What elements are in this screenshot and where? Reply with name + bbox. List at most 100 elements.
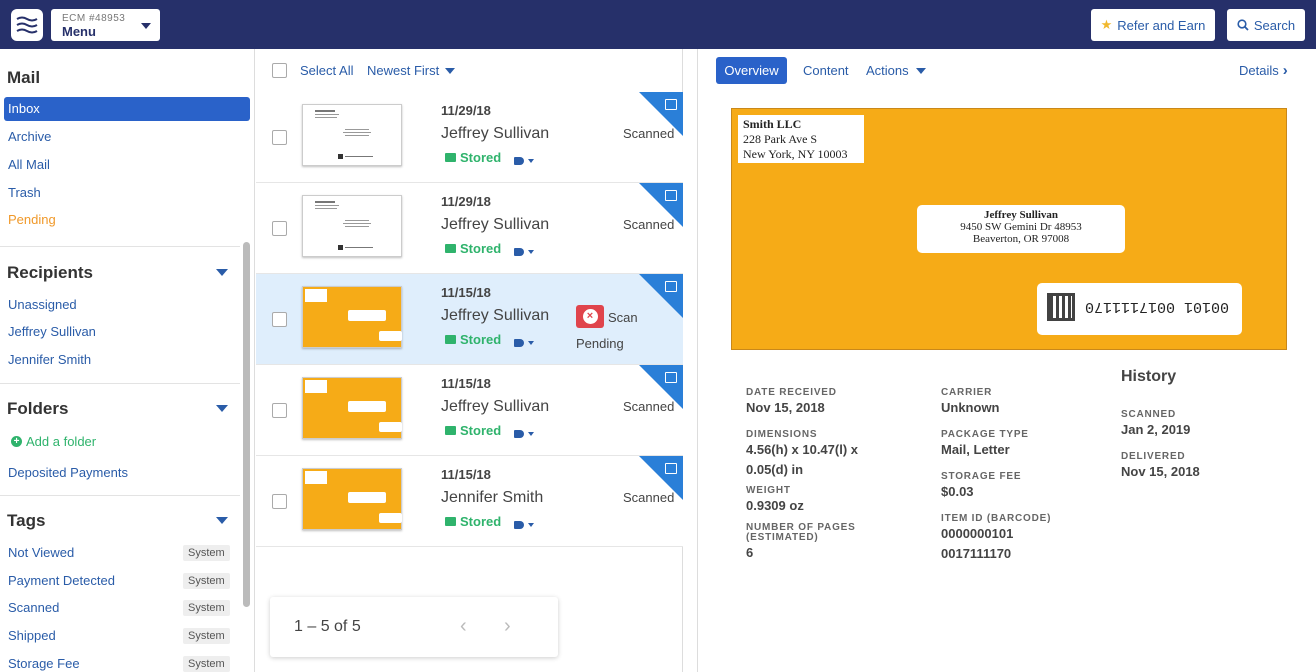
system-badge: System bbox=[183, 545, 230, 561]
tag-shipped[interactable]: Shipped bbox=[8, 628, 56, 643]
delivered-label: DELIVERED bbox=[1121, 451, 1186, 462]
weight-value: 0.9309 oz bbox=[746, 498, 804, 513]
search-icon bbox=[1237, 19, 1249, 31]
date-received-label: DATE RECEIVED bbox=[746, 387, 837, 398]
sidebar-item-all-mail[interactable]: All Mail bbox=[8, 157, 50, 172]
row-checkbox[interactable] bbox=[272, 130, 287, 145]
menu-dropdown[interactable]: ECM #48953 Menu bbox=[51, 9, 160, 41]
archive-icon bbox=[665, 372, 677, 383]
next-page-icon[interactable]: › bbox=[504, 615, 511, 638]
tag-dropdown[interactable] bbox=[514, 334, 535, 352]
recipient-line: Jeffrey Sullivan bbox=[983, 209, 1059, 221]
sort-label: Newest First bbox=[367, 63, 440, 78]
archive-icon bbox=[665, 281, 677, 292]
carrier-value: Unknown bbox=[941, 400, 1000, 415]
row-checkbox[interactable] bbox=[272, 312, 287, 327]
row-checkbox[interactable] bbox=[272, 403, 287, 418]
recipients-collapse-icon[interactable] bbox=[216, 269, 228, 276]
tag-payment-detected[interactable]: Payment Detected bbox=[8, 573, 115, 588]
archive-icon bbox=[665, 463, 677, 474]
sidebar-item-jennifer-smith[interactable]: Jennifer Smith bbox=[8, 352, 91, 367]
tags-section-title: Tags bbox=[7, 511, 46, 530]
tag-icon bbox=[514, 430, 524, 438]
list-item[interactable]: 11/29/18 Jeffrey Sullivan Stored Scanned bbox=[256, 183, 683, 274]
row-status-pending: Pending bbox=[576, 336, 624, 351]
tag-scanned[interactable]: Scanned bbox=[8, 600, 59, 615]
sidebar-item-pending[interactable]: Pending bbox=[8, 212, 56, 227]
app-logo-icon[interactable] bbox=[11, 9, 43, 41]
search-button[interactable]: Search bbox=[1227, 9, 1305, 41]
chevron-down-icon bbox=[141, 23, 151, 29]
pagination-text: 1 – 5 of 5 bbox=[294, 618, 361, 635]
chevron-down-icon bbox=[915, 67, 926, 74]
row-date: 11/15/18 bbox=[441, 285, 491, 300]
sidebar-item-unassigned[interactable]: Unassigned bbox=[8, 297, 77, 312]
tag-icon bbox=[514, 521, 524, 529]
tag-dropdown[interactable] bbox=[514, 425, 535, 443]
mail-thumbnail[interactable] bbox=[302, 104, 402, 166]
scanned-value: Jan 2, 2019 bbox=[1121, 422, 1191, 437]
mail-thumbnail[interactable] bbox=[302, 377, 402, 439]
row-recipient: Jeffrey Sullivan bbox=[441, 398, 550, 415]
details-link[interactable]: Details › bbox=[1239, 57, 1288, 84]
star-icon: ★ bbox=[1100, 17, 1113, 32]
chevron-down-icon bbox=[528, 431, 535, 436]
tags-collapse-icon[interactable] bbox=[216, 517, 228, 524]
sidebar-item-trash[interactable]: Trash bbox=[8, 185, 41, 200]
list-item[interactable]: 11/15/18 Jeffrey Sullivan Stored Scanned bbox=[256, 365, 683, 456]
stored-badge[interactable]: Stored bbox=[445, 241, 501, 256]
divider bbox=[0, 383, 240, 384]
row-checkbox[interactable] bbox=[272, 221, 287, 236]
cancel-scan-button[interactable]: × bbox=[576, 305, 604, 328]
sidebar-scrollbar[interactable] bbox=[243, 242, 250, 607]
tag-storage-fee[interactable]: Storage Fee bbox=[8, 656, 80, 671]
tab-overview[interactable]: Overview bbox=[716, 57, 787, 84]
add-folder-button[interactable]: + Add a folder bbox=[11, 434, 96, 449]
folder-icon bbox=[445, 517, 456, 526]
tag-dropdown[interactable] bbox=[514, 516, 535, 534]
recipients-section-title: Recipients bbox=[7, 263, 93, 282]
archive-icon bbox=[665, 99, 677, 110]
select-all-link[interactable]: Select All bbox=[300, 63, 353, 78]
archive-icon bbox=[665, 190, 677, 201]
sidebar-item-jeffrey-sullivan[interactable]: Jeffrey Sullivan bbox=[8, 324, 96, 339]
stored-badge[interactable]: Stored bbox=[445, 150, 501, 165]
stored-badge[interactable]: Stored bbox=[445, 514, 501, 529]
tag-dropdown[interactable] bbox=[514, 243, 535, 261]
select-all-checkbox[interactable] bbox=[272, 63, 287, 78]
refer-label: Refer and Earn bbox=[1117, 17, 1206, 33]
add-folder-label: Add a folder bbox=[26, 434, 97, 449]
list-item[interactable]: 11/29/18 Jeffrey Sullivan Stored Scanned bbox=[256, 92, 683, 183]
barcode-label: 00101 0017111170 bbox=[1037, 283, 1242, 335]
mail-thumbnail[interactable] bbox=[302, 468, 402, 530]
dimensions-value-2: 0.05(d) in bbox=[746, 462, 804, 477]
stored-badge[interactable]: Stored bbox=[445, 332, 501, 347]
sidebar-item-archive[interactable]: Archive bbox=[8, 129, 51, 144]
sidebar-item-inbox[interactable]: Inbox bbox=[4, 97, 250, 121]
qr-code-icon bbox=[1047, 293, 1075, 321]
stored-badge[interactable]: Stored bbox=[445, 423, 501, 438]
envelope-scan-image[interactable]: Smith LLC 228 Park Ave S New York, NY 10… bbox=[731, 108, 1287, 350]
mail-thumbnail[interactable] bbox=[302, 286, 402, 348]
sort-dropdown[interactable]: Newest First bbox=[367, 63, 456, 78]
actions-label: Actions bbox=[866, 63, 909, 78]
tag-dropdown[interactable] bbox=[514, 152, 535, 170]
mail-thumbnail[interactable] bbox=[302, 195, 402, 257]
list-item[interactable]: 11/15/18 Jennifer Smith Stored Scanned bbox=[256, 456, 683, 547]
sender-line: Smith LLC bbox=[743, 117, 802, 131]
divider bbox=[0, 246, 240, 247]
tab-content[interactable]: Content bbox=[803, 57, 849, 84]
stored-label: Stored bbox=[460, 423, 502, 438]
item-id-value-2: 0017111170 bbox=[941, 546, 1012, 561]
list-toolbar: Select All Newest First bbox=[256, 49, 683, 92]
previous-page-icon[interactable]: ‹ bbox=[460, 615, 467, 638]
tab-actions[interactable]: Actions bbox=[866, 57, 926, 84]
row-checkbox[interactable] bbox=[272, 494, 287, 509]
tag-not-viewed[interactable]: Not Viewed bbox=[8, 545, 74, 560]
refer-and-earn-button[interactable]: ★ Refer and Earn bbox=[1091, 9, 1215, 41]
folders-collapse-icon[interactable] bbox=[216, 405, 228, 412]
sidebar-item-deposited-payments[interactable]: Deposited Payments bbox=[8, 465, 128, 480]
recipient-label: Jeffrey Sullivan 9450 SW Gemini Dr 48953… bbox=[917, 205, 1125, 253]
list-item[interactable]: 11/15/18 Jeffrey Sullivan Stored × Scan … bbox=[256, 274, 683, 365]
package-type-label: PACKAGE TYPE bbox=[941, 429, 1029, 440]
